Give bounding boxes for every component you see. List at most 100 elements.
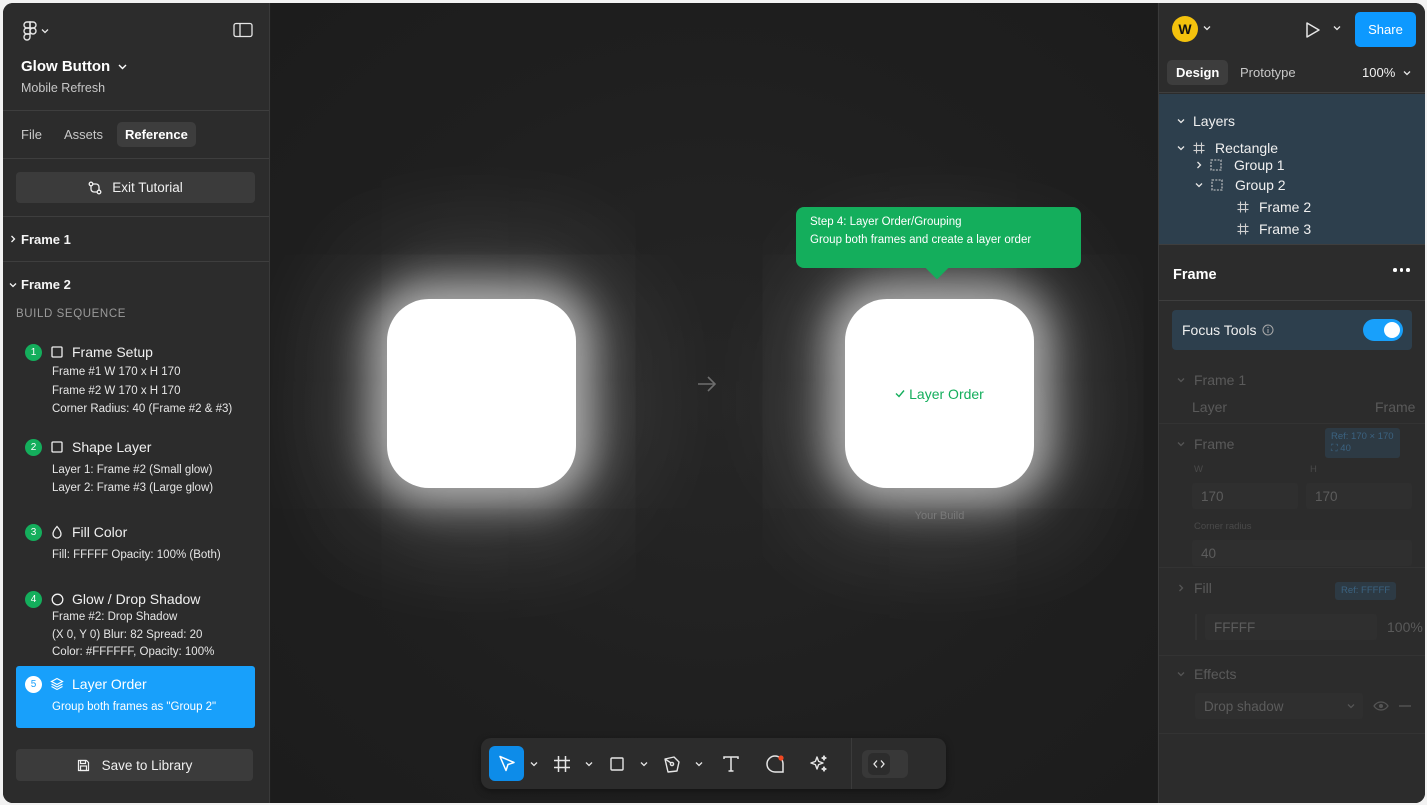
arrow-right-icon xyxy=(698,376,717,392)
fill-section: Fill Ref: FFFFF FFFFF 100% xyxy=(1159,568,1425,656)
toolbar-divider xyxy=(851,738,852,789)
step-3[interactable]: 3 Fill Color Fill: FFFFF Opacity: 100% (… xyxy=(16,522,255,564)
step-5[interactable]: 5 Layer Order Group both frames as "Grou… xyxy=(16,666,255,728)
figma-window: Glow Button Mobile Refresh File Assets R… xyxy=(3,3,1425,803)
chevron-down-icon xyxy=(1177,119,1185,124)
shape-tool-button[interactable] xyxy=(599,746,634,781)
chevron-right-icon[interactable] xyxy=(1178,584,1184,592)
layer-group-1[interactable]: Group 1 xyxy=(1196,157,1285,173)
figma-logo-icon xyxy=(23,21,37,41)
layer-frame-2[interactable]: Frame 2 xyxy=(1237,199,1311,215)
chevron-down-icon xyxy=(41,29,49,34)
frame-hash-icon xyxy=(553,755,570,772)
step-title: Fill Color xyxy=(72,524,128,540)
step-detail: (X 0, Y 0) Blur: 82 Spread: 20 xyxy=(52,628,203,641)
frame-1-row[interactable]: Frame 1 xyxy=(3,217,269,262)
step-4[interactable]: 4 Glow / Drop Shadow Frame #2: Drop Shad… xyxy=(16,589,255,662)
sparkle-icon xyxy=(810,754,827,772)
tab-prototype[interactable]: Prototype xyxy=(1231,60,1305,85)
remove-icon[interactable] xyxy=(1399,705,1411,707)
tutorial-tooltip: Step 4: Layer Order/Grouping Group both … xyxy=(796,207,1081,268)
tab-design[interactable]: Design xyxy=(1167,60,1229,85)
chevron-down-icon[interactable] xyxy=(1333,25,1341,31)
step-detail: Frame #2 W 170 x H 170 xyxy=(52,385,181,397)
step-2[interactable]: 2 Shape Layer Layer 1: Frame #2 (Small g… xyxy=(16,437,255,497)
left-panel: Glow Button Mobile Refresh File Assets R… xyxy=(3,3,270,803)
main-menu-button[interactable] xyxy=(23,21,57,41)
left-tabs: File Assets Reference xyxy=(3,111,269,159)
tab-reference[interactable]: Reference xyxy=(116,122,196,147)
layer-group-2[interactable]: Group 2 xyxy=(1195,177,1286,193)
exit-icon xyxy=(88,181,102,194)
canvas[interactable]: Layer Order Your Build Step 4: Layer Ord… xyxy=(271,3,1157,803)
pen-tool-button[interactable] xyxy=(654,746,689,781)
build-sequence-label: BUILD SEQUENCE xyxy=(16,308,127,320)
drop-icon xyxy=(50,525,64,539)
pen-tool-menu[interactable] xyxy=(689,761,709,767)
info-icon[interactable] xyxy=(1262,324,1274,336)
fill-hex-input[interactable]: FFFFF xyxy=(1205,614,1377,640)
eye-icon[interactable] xyxy=(1373,701,1389,711)
avatar[interactable]: W xyxy=(1172,16,1198,42)
layers-header[interactable]: Layers xyxy=(1177,113,1235,129)
tab-file[interactable]: File xyxy=(13,122,50,147)
step-1[interactable]: 1 Frame Setup Frame #1 W 170 x H 170 Fra… xyxy=(16,342,255,418)
frame-hash-icon xyxy=(1237,223,1249,235)
file-name: Glow Button xyxy=(21,58,111,75)
frame-heading: Frame xyxy=(1173,267,1217,283)
width-input[interactable]: 170 xyxy=(1192,483,1298,509)
effect-type-label: Drop shadow xyxy=(1204,698,1284,714)
file-title[interactable]: Glow Button xyxy=(21,58,127,75)
effect-type-dropdown[interactable]: Drop shadow xyxy=(1195,693,1363,719)
build-status-label: Layer Order xyxy=(909,385,984,402)
frame-2-row[interactable]: Frame 2 xyxy=(3,262,269,307)
corner-radius-input[interactable]: 40 xyxy=(1192,540,1412,566)
chevron-down-icon[interactable] xyxy=(1177,441,1185,447)
chevron-down-icon xyxy=(530,761,538,766)
shape-tool-menu[interactable] xyxy=(634,761,654,767)
section-title: Fill xyxy=(1194,580,1212,596)
chevron-right-icon xyxy=(1197,161,1202,169)
fill-swatch[interactable] xyxy=(1195,614,1197,640)
height-input[interactable]: 170 xyxy=(1306,483,1412,509)
frame-hash-icon xyxy=(1193,142,1205,154)
chevron-down-icon[interactable] xyxy=(1177,377,1185,383)
sidebar-toggle-icon[interactable] xyxy=(233,22,253,38)
chevron-down-icon xyxy=(9,282,17,287)
fill-ref-badge: Ref: FFFFF xyxy=(1335,582,1397,600)
height-label: H xyxy=(1310,464,1317,475)
frame-size-section: Frame Ref: 170 × 170 ⛶ 40 W H 170 170 Co… xyxy=(1159,424,1425,568)
zoom-level: 100% xyxy=(1362,65,1396,80)
text-tool-button[interactable] xyxy=(709,746,753,781)
right-panel: W Share Design Prototype 100% Layers Rec… xyxy=(1158,3,1425,803)
layer-frame-3[interactable]: Frame 3 xyxy=(1237,221,1311,237)
code-icon xyxy=(868,752,890,775)
fill-opacity[interactable]: 100% xyxy=(1387,619,1423,635)
effects-section: Effects Drop shadow xyxy=(1159,656,1425,734)
chevron-down-icon[interactable] xyxy=(1203,25,1211,31)
frame-tool-menu[interactable] xyxy=(579,761,599,767)
dev-mode-toggle[interactable] xyxy=(862,749,908,778)
exit-tutorial-button[interactable]: Exit Tutorial xyxy=(16,172,255,203)
more-options-icon[interactable] xyxy=(1393,268,1410,272)
chevron-down-icon[interactable] xyxy=(1177,671,1185,677)
tab-assets[interactable]: Assets xyxy=(56,122,111,147)
layer-rectangle[interactable]: Rectangle xyxy=(1177,140,1278,156)
ai-tool-button[interactable] xyxy=(797,746,841,781)
file-header: Glow Button Mobile Refresh xyxy=(3,3,269,111)
share-button[interactable]: Share xyxy=(1355,12,1416,47)
focus-tools-toggle[interactable] xyxy=(1363,319,1403,341)
layer-label: Frame 2 xyxy=(1259,199,1312,215)
zoom-dropdown[interactable]: 100% xyxy=(1362,65,1411,80)
move-tool-button[interactable] xyxy=(489,746,524,781)
present-play-icon[interactable] xyxy=(1305,21,1321,39)
section-title: Frame xyxy=(1194,436,1235,452)
reference-glow-button[interactable] xyxy=(387,299,576,488)
save-to-library-button[interactable]: Save to Library xyxy=(16,749,253,781)
square-icon xyxy=(50,345,64,359)
frame-tool-button[interactable] xyxy=(544,746,579,781)
build-glow-button[interactable]: Layer Order xyxy=(845,299,1034,488)
move-tool-menu[interactable] xyxy=(524,761,544,767)
section-title: Frame 1 xyxy=(1194,372,1247,388)
comment-tool-button[interactable] xyxy=(753,746,797,781)
